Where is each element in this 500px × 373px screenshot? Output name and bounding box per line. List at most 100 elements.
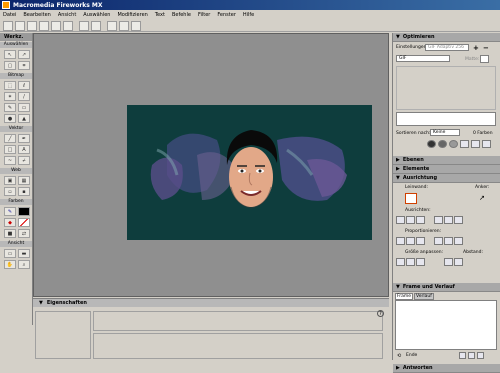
align-top-icon[interactable] bbox=[434, 216, 443, 224]
anchor-icon[interactable]: ↗ bbox=[479, 194, 485, 202]
brush-tool-icon[interactable]: / bbox=[18, 92, 30, 101]
align-left-icon[interactable] bbox=[396, 216, 405, 224]
menu-bearbeiten[interactable]: Bearbeiten bbox=[23, 12, 50, 18]
fill-swatch-none[interactable] bbox=[18, 218, 30, 227]
hide-slices-icon[interactable]: ▫ bbox=[4, 187, 16, 196]
copy-frame-icon[interactable] bbox=[468, 352, 475, 359]
transparent-color-icon[interactable] bbox=[438, 140, 447, 148]
delete-frame-icon[interactable] bbox=[477, 352, 484, 359]
menu-auswaehlen[interactable]: Auswählen bbox=[83, 12, 110, 18]
menu-datei[interactable]: Datei bbox=[3, 12, 16, 18]
align-center-h-icon[interactable] bbox=[406, 216, 415, 224]
pointer-tool-icon[interactable]: ↖ bbox=[4, 50, 16, 59]
sort-select[interactable]: Keine bbox=[430, 129, 460, 136]
subselect-tool-icon[interactable]: ↗ bbox=[18, 50, 30, 59]
match-both-icon[interactable] bbox=[416, 258, 425, 266]
open-file-icon[interactable] bbox=[15, 20, 25, 31]
canvas-toggle-icon[interactable] bbox=[405, 193, 417, 204]
elements-header[interactable]: ▶ Elemente bbox=[393, 165, 500, 174]
fullscreen-mode-icon[interactable]: ▬ bbox=[18, 249, 30, 258]
frames-list[interactable] bbox=[395, 300, 497, 350]
matte-swatch[interactable] bbox=[480, 55, 489, 63]
marquee-tool-icon[interactable]: ⬚ bbox=[4, 81, 16, 90]
add-preset-icon[interactable]: + bbox=[473, 44, 479, 52]
help-icon[interactable]: ? bbox=[377, 310, 384, 317]
freeform-tool-icon[interactable]: ~ bbox=[4, 156, 16, 165]
color-table[interactable] bbox=[396, 112, 496, 126]
answers-header[interactable]: ▶ Antworten bbox=[393, 364, 500, 373]
document-canvas[interactable] bbox=[127, 105, 372, 240]
standard-mode-icon[interactable]: ▭ bbox=[4, 249, 16, 258]
optimize-header[interactable]: ▼ Optimieren bbox=[393, 33, 500, 42]
magic-wand-tool-icon[interactable]: ✶ bbox=[4, 92, 16, 101]
tab-frame[interactable]: Frame bbox=[395, 293, 414, 300]
distribute-bottom-icon[interactable] bbox=[416, 237, 425, 245]
rectangle-tool-icon[interactable]: □ bbox=[4, 145, 16, 154]
lock-color-icon[interactable] bbox=[460, 140, 469, 148]
redo-icon[interactable] bbox=[91, 20, 101, 31]
match-width-icon[interactable] bbox=[396, 258, 405, 266]
menu-ansicht[interactable]: Ansicht bbox=[58, 12, 76, 18]
knife-tool-icon[interactable]: ⌿ bbox=[18, 156, 30, 165]
slice-tool-icon[interactable]: ▦ bbox=[18, 176, 30, 185]
rubber-stamp-tool-icon[interactable]: ▲ bbox=[18, 114, 30, 123]
stroke-color-icon[interactable]: ✎ bbox=[4, 207, 16, 216]
new-file-icon[interactable] bbox=[3, 20, 13, 31]
line-tool-icon[interactable]: ╱ bbox=[4, 134, 16, 143]
menu-hilfe[interactable]: Hilfe bbox=[243, 12, 254, 18]
save-icon[interactable] bbox=[27, 20, 37, 31]
web-snap-icon[interactable] bbox=[449, 140, 458, 148]
layers-header[interactable]: ▶ Ebenen bbox=[393, 156, 500, 165]
print-icon[interactable] bbox=[63, 20, 73, 31]
replay-icon[interactable]: ⟲ bbox=[397, 353, 401, 359]
stroke-swatch[interactable] bbox=[18, 207, 30, 216]
space-vertical-icon[interactable] bbox=[444, 258, 453, 266]
default-colors-icon[interactable]: ■ bbox=[4, 229, 16, 238]
menu-filter[interactable]: Filter bbox=[198, 12, 210, 18]
blur-tool-icon[interactable]: ● bbox=[4, 114, 16, 123]
swap-colors-icon[interactable]: ⇄ bbox=[18, 229, 30, 238]
zoom-tool-icon[interactable]: ⌕ bbox=[18, 260, 30, 269]
properties-header[interactable]: ▼ Eigenschaften bbox=[33, 299, 389, 307]
pen-tool-icon[interactable]: ✒ bbox=[18, 134, 30, 143]
tab-history[interactable]: Verlauf bbox=[414, 293, 434, 300]
menu-text[interactable]: Text bbox=[155, 12, 165, 18]
menu-befehle[interactable]: Befehle bbox=[172, 12, 191, 18]
cut-icon[interactable] bbox=[107, 20, 117, 31]
format-select[interactable]: GIF bbox=[396, 55, 450, 62]
fill-color-icon[interactable]: ◆ bbox=[4, 218, 16, 227]
text-tool-icon[interactable]: A bbox=[18, 145, 30, 154]
distribute-left-icon[interactable] bbox=[434, 237, 443, 245]
align-bottom-icon[interactable] bbox=[454, 216, 463, 224]
scale-tool-icon[interactable]: ▢ bbox=[4, 61, 16, 70]
edit-color-icon[interactable] bbox=[427, 140, 436, 148]
paste-icon[interactable] bbox=[131, 20, 141, 31]
distribute-right-icon[interactable] bbox=[454, 237, 463, 245]
match-height-icon[interactable] bbox=[406, 258, 415, 266]
pencil-tool-icon[interactable]: ✎ bbox=[4, 103, 16, 112]
remove-preset-icon[interactable]: − bbox=[483, 44, 489, 52]
add-color-icon[interactable] bbox=[471, 140, 480, 148]
hotspot-tool-icon[interactable]: ▣ bbox=[4, 176, 16, 185]
settings-select[interactable]: GIF Adaptiv 256 bbox=[425, 44, 469, 51]
show-slices-icon[interactable]: ▪ bbox=[18, 187, 30, 196]
align-right-icon[interactable] bbox=[416, 216, 425, 224]
menu-modifizieren[interactable]: Modifizieren bbox=[117, 12, 147, 18]
space-horizontal-icon[interactable] bbox=[454, 258, 463, 266]
undo-icon[interactable] bbox=[79, 20, 89, 31]
distribute-center-v-icon[interactable] bbox=[406, 237, 415, 245]
export-icon[interactable] bbox=[51, 20, 61, 31]
align-header[interactable]: ▼ Ausrichtung bbox=[393, 174, 500, 183]
menu-fenster[interactable]: Fenster bbox=[217, 12, 236, 18]
import-icon[interactable] bbox=[39, 20, 49, 31]
align-center-v-icon[interactable] bbox=[444, 216, 453, 224]
lasso-tool-icon[interactable]: ℓ bbox=[18, 81, 30, 90]
delete-color-icon[interactable] bbox=[482, 140, 491, 148]
distribute-top-icon[interactable] bbox=[396, 237, 405, 245]
frames-header[interactable]: ▼ Frame und Verlauf bbox=[393, 283, 500, 292]
new-frame-icon[interactable] bbox=[459, 352, 466, 359]
eraser-tool-icon[interactable]: ▭ bbox=[18, 103, 30, 112]
crop-tool-icon[interactable]: ⌗ bbox=[18, 61, 30, 70]
copy-icon[interactable] bbox=[119, 20, 129, 31]
hand-tool-icon[interactable]: ✋ bbox=[4, 260, 16, 269]
